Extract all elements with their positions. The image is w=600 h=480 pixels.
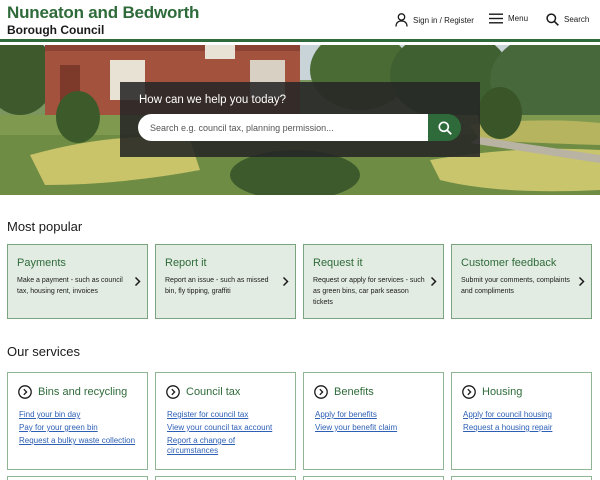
service-card-title: Housing (482, 386, 523, 398)
service-link[interactable]: Apply for benefits (315, 410, 440, 420)
most-popular-heading: Most popular (7, 219, 83, 234)
search-heading: How can we help you today? (139, 94, 287, 106)
popular-card-report-it[interactable]: Report it Report an issue - such as miss… (155, 244, 296, 319)
popular-card-customer-feedback[interactable]: Customer feedback Submit your comments, … (451, 244, 592, 319)
chevron-right-icon (578, 276, 585, 287)
popular-card-title: Payments (17, 257, 66, 269)
service-link[interactable]: Apply for council housing (463, 410, 588, 420)
service-card-council-tax: Council tax Register for council tax Vie… (155, 372, 296, 470)
menu-label: Menu (508, 14, 529, 23)
search-link[interactable]: Search (546, 13, 589, 26)
service-link-list: Find your bin day Pay for your green bin… (19, 410, 144, 449)
service-link[interactable]: Pay for your green bin (19, 423, 144, 433)
service-link-list: Apply for benefits View your benefit cla… (315, 410, 440, 436)
arrow-circle-right-icon (18, 385, 32, 399)
popular-card-desc: Submit your comments, complaints and com… (461, 277, 570, 295)
search-submit-button[interactable] (428, 114, 461, 141)
menu-button[interactable]: Menu (489, 13, 528, 24)
arrow-circle-right-icon (314, 385, 328, 399)
service-link[interactable]: Register for council tax (167, 410, 292, 420)
service-card-housing: Housing Apply for council housing Reques… (451, 372, 592, 470)
arrow-circle-right-icon (166, 385, 180, 399)
sign-in-link[interactable]: Sign in / Register (395, 13, 474, 27)
popular-card-title: Report it (165, 257, 207, 269)
chevron-right-icon (134, 276, 141, 287)
service-card-title: Council tax (186, 386, 241, 398)
hamburger-icon (489, 13, 503, 24)
chevron-right-icon (430, 276, 437, 287)
service-link[interactable]: View your benefit claim (315, 423, 440, 433)
service-card-title: Bins and recycling (38, 386, 128, 398)
popular-card-payments[interactable]: Payments Make a payment - such as counci… (7, 244, 148, 319)
chevron-right-icon (282, 276, 289, 287)
service-card-partial (303, 476, 444, 480)
logo-subtitle[interactable]: Borough Council (7, 23, 104, 37)
service-link[interactable]: Report a change of circumstances (167, 436, 247, 456)
sign-in-label: Sign in / Register (413, 15, 474, 25)
search-icon (437, 120, 452, 135)
service-card-header[interactable]: Benefits (314, 385, 374, 399)
service-link-list: Register for council tax View your counc… (167, 410, 292, 459)
service-card-partial (451, 476, 592, 480)
search-panel: How can we help you today? (120, 82, 480, 157)
service-link-list: Apply for council housing Request a hous… (463, 410, 588, 436)
service-card-header[interactable]: Council tax (166, 385, 240, 399)
popular-card-title: Customer feedback (461, 257, 557, 269)
hero-banner: How can we help you today? (0, 45, 600, 195)
service-link[interactable]: Find your bin day (19, 410, 144, 420)
user-icon (395, 13, 408, 27)
service-card-partial (7, 476, 148, 480)
search-icon (546, 13, 559, 26)
service-card-header[interactable]: Bins and recycling (18, 385, 127, 399)
service-card-partial (155, 476, 296, 480)
service-card-bins: Bins and recycling Find your bin day Pay… (7, 372, 148, 470)
service-card-title: Benefits (334, 386, 374, 398)
logo-title[interactable]: Nuneaton and Bedworth (7, 3, 199, 23)
service-link[interactable]: Request a housing repair (463, 423, 588, 433)
popular-card-title: Request it (313, 257, 363, 269)
service-card-benefits: Benefits Apply for benefits View your be… (303, 372, 444, 470)
popular-card-desc: Request or apply for services - such as … (313, 277, 425, 306)
search-input[interactable] (138, 114, 430, 141)
popular-card-request-it[interactable]: Request it Request or apply for services… (303, 244, 444, 319)
service-link[interactable]: View your council tax account (167, 423, 292, 433)
service-card-header[interactable]: Housing (462, 385, 522, 399)
our-services-heading: Our services (7, 344, 80, 359)
site-header: Nuneaton and Bedworth Borough Council Si… (0, 0, 600, 42)
search-label: Search (564, 15, 590, 24)
service-link[interactable]: Request a bulky waste collection (19, 436, 144, 446)
arrow-circle-right-icon (462, 385, 476, 399)
popular-card-desc: Report an issue - such as missed bin, fl… (165, 277, 269, 295)
popular-card-desc: Make a payment - such as council tax, ho… (17, 277, 123, 295)
